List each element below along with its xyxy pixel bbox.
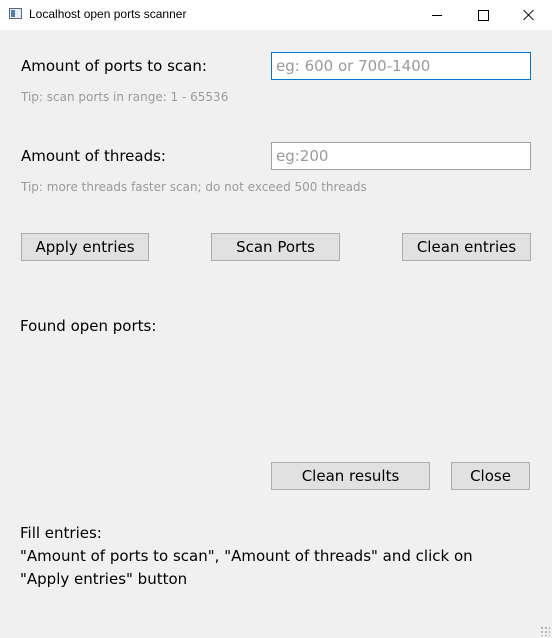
found-ports-label: Found open ports: <box>20 317 157 335</box>
clean-results-button[interactable]: Clean results <box>271 462 430 490</box>
resize-grip[interactable] <box>540 626 550 636</box>
title-bar[interactable]: Localhost open ports scanner <box>0 0 552 30</box>
threads-label: Amount of threads: <box>21 147 166 165</box>
close-button[interactable]: Close <box>451 462 530 490</box>
instructions-line: "Apply entries" button <box>20 570 188 588</box>
close-icon <box>523 9 535 21</box>
ports-input[interactable] <box>271 52 531 80</box>
ports-label: Amount of ports to scan: <box>21 57 207 75</box>
minimize-icon <box>432 14 442 16</box>
app-window: Localhost open ports scanner Amount of p… <box>0 0 552 638</box>
window-title: Localhost open ports scanner <box>29 7 187 21</box>
clean-entries-button[interactable]: Clean entries <box>402 233 531 261</box>
instructions-line: Fill entries: <box>20 524 102 542</box>
instructions-line: "Amount of ports to scan", "Amount of th… <box>20 547 473 565</box>
instructions-text: Fill entries: "Amount of ports to scan",… <box>20 522 473 591</box>
minimize-button[interactable] <box>414 0 460 30</box>
app-window-icon <box>9 8 22 19</box>
threads-input[interactable] <box>271 142 531 170</box>
scan-ports-button[interactable]: Scan Ports <box>211 233 340 261</box>
apply-entries-button[interactable]: Apply entries <box>21 233 149 261</box>
ports-tip: Tip: scan ports in range: 1 - 65536 <box>21 90 229 104</box>
close-window-button[interactable] <box>506 0 552 30</box>
maximize-button[interactable] <box>460 0 506 30</box>
threads-tip: Tip: more threads faster scan; do not ex… <box>21 180 367 194</box>
maximize-icon <box>477 9 489 21</box>
